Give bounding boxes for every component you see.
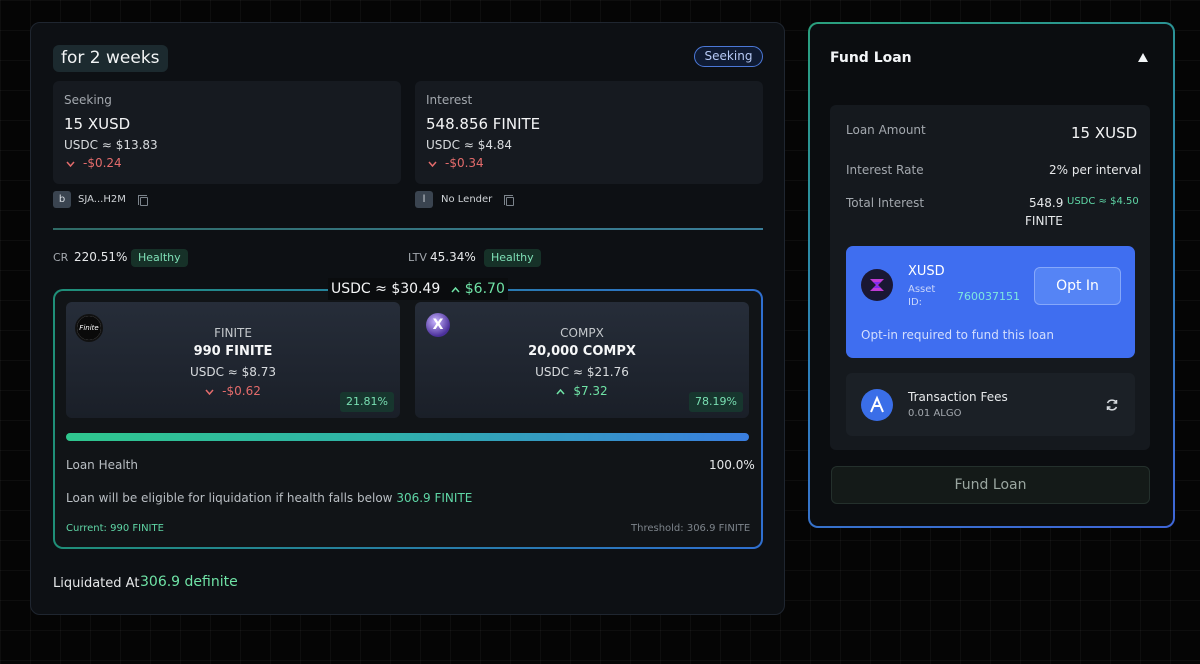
fees-value: 0.01 ALGO	[908, 408, 962, 419]
cr-status-badge: Healthy	[131, 249, 188, 267]
ltv-status-badge: Healthy	[484, 249, 541, 267]
refresh-icon[interactable]	[1105, 397, 1119, 416]
asset-name: FINITE	[214, 326, 252, 340]
chevron-down-icon	[205, 389, 214, 396]
collateral-total-usd: USDC ≈ $30.49	[331, 281, 441, 297]
interest-rate-label: Interest Rate	[846, 163, 924, 177]
loan-health-bar	[66, 433, 749, 441]
chevron-up-icon	[451, 286, 460, 293]
liquidated-at-value: 306.9 definite	[140, 574, 238, 590]
asset-card-finite: Finite FINITE 990 FINITE USDC ≈ $8.73 -$…	[66, 302, 400, 418]
interest-change: -$0.34	[428, 156, 484, 170]
opt-in-asset-name: XUSD	[908, 264, 945, 279]
fund-loan-title: Fund Loan	[830, 50, 912, 66]
asset-share-badge: 78.19%	[689, 392, 743, 412]
algo-logo-icon	[861, 389, 893, 421]
total-interest-value: 548.9	[1029, 196, 1064, 210]
interest-amount: 548.856 FINITE	[426, 115, 541, 133]
interest-box: Interest 548.856 FINITE USDC ≈ $4.84 -$0…	[415, 81, 763, 184]
lender-avatar: l	[415, 191, 433, 208]
asset-id-label: Asset ID:	[908, 284, 936, 308]
opt-in-note: Opt-in required to fund this loan	[861, 328, 1055, 342]
chevron-down-icon	[428, 156, 437, 170]
divider	[53, 228, 763, 230]
asset-amount: 990 FINITE	[193, 344, 273, 359]
opt-in-button[interactable]: Opt In	[1034, 267, 1121, 305]
loan-health-label: Loan Health	[66, 458, 138, 472]
collateral-total: USDC ≈ $30.49 $6.70	[328, 278, 508, 300]
asset-name: COMPX	[560, 326, 604, 340]
cr-value: 220.51%	[74, 250, 128, 264]
ltv-label: LTV	[408, 251, 427, 264]
threshold-label: Threshold: 306.9 FINITE	[631, 523, 751, 534]
total-interest-unit: FINITE	[1025, 214, 1063, 228]
seeking-amount: 15 XUSD	[64, 115, 131, 133]
seeking-box: Seeking 15 XUSD USDC ≈ $13.83 -$0.24	[53, 81, 401, 184]
loan-duration: for 2 weeks	[53, 45, 168, 72]
ltv-value: 45.34%	[430, 250, 476, 264]
interest-rate-value: 2% per interval	[1049, 163, 1142, 177]
xusd-logo-icon	[861, 269, 893, 301]
seeking-change: -$0.24	[66, 156, 122, 170]
copy-icon[interactable]	[504, 195, 514, 206]
status-badge: Seeking	[694, 46, 763, 67]
loan-health-value: 100.0%	[709, 458, 755, 472]
liquidated-at-label: Liquidated At	[53, 576, 140, 591]
copy-icon[interactable]	[138, 195, 148, 206]
lender-address: No Lender	[441, 194, 493, 205]
asset-usd: USDC ≈ $8.73	[189, 365, 277, 379]
interest-change-value: -$0.34	[445, 156, 484, 170]
seeking-label: Seeking	[64, 93, 112, 107]
fund-loan-button[interactable]: Fund Loan	[831, 466, 1150, 504]
collateral-total-change: $6.70	[451, 281, 505, 297]
borrower-address[interactable]: SJA...H2M	[78, 194, 126, 205]
cr-label: CR	[53, 251, 69, 264]
interest-usd: USDC ≈ $4.84	[426, 138, 513, 152]
seeking-change-value: -$0.24	[83, 156, 122, 170]
total-interest-usd: USDC ≈ $4.50	[1067, 196, 1139, 207]
asset-id-value[interactable]: 760037151	[957, 290, 1020, 303]
seeking-usd: USDC ≈ $13.83	[64, 138, 158, 152]
total-interest-label: Total Interest	[846, 196, 925, 210]
liquidation-note: Loan will be eligible for liquidation if…	[66, 491, 473, 505]
collapse-triangle-icon[interactable]	[1138, 53, 1148, 62]
loan-amount-value: 15 XUSD	[1071, 124, 1138, 142]
chevron-down-icon	[66, 156, 75, 170]
asset-card-compx: X COMPX 20,000 COMPX USDC ≈ $21.76 $7.32…	[415, 302, 749, 418]
fees-label: Transaction Fees	[908, 390, 1008, 404]
liquidation-threshold: 306.9 FINITE	[396, 491, 473, 505]
chevron-up-icon	[556, 388, 565, 395]
asset-usd: USDC ≈ $21.76	[535, 365, 629, 379]
loan-amount-label: Loan Amount	[846, 123, 926, 137]
interest-label: Interest	[426, 93, 473, 107]
asset-amount: 20,000 COMPX	[528, 344, 636, 359]
current-collateral: Current: 990 FINITE	[66, 523, 164, 534]
borrower-avatar: b	[53, 191, 71, 208]
asset-share-badge: 21.81%	[340, 392, 394, 412]
